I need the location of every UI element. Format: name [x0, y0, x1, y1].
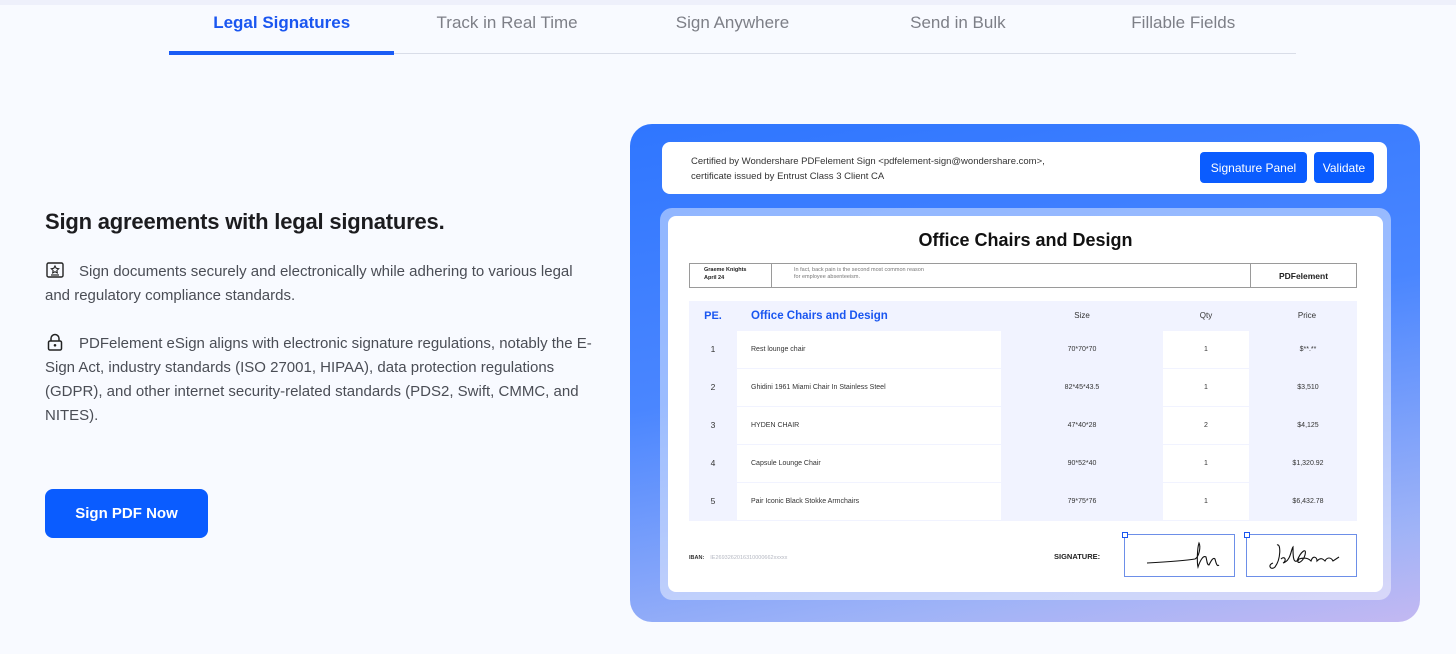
row-size: 90*52*40	[1067, 460, 1097, 467]
signature-field-2[interactable]	[1244, 532, 1357, 577]
iban-value: IE2693262016310000662xxxxx	[710, 555, 788, 561]
resize-handle[interactable]	[1244, 532, 1250, 538]
table-header-size: Size	[1074, 311, 1090, 320]
sign-pdf-now-button[interactable]: Sign PDF Now	[45, 489, 208, 538]
row-number: 1	[710, 344, 716, 354]
row-qty: 1	[1163, 331, 1249, 368]
iban-label: IBAN:	[689, 555, 705, 561]
row-qty: 1	[1163, 445, 1249, 482]
signature-panel-button[interactable]: Signature Panel	[1200, 152, 1307, 183]
row-number: 2	[710, 382, 716, 392]
table-header-qty: Qty	[1199, 311, 1213, 320]
table-row: 4 Capsule Lounge Chair 90*52*40 1 $1,320…	[689, 445, 1357, 483]
validate-button[interactable]: Validate	[1314, 152, 1374, 183]
row-size: 82*45*43.5	[1064, 384, 1100, 391]
row-qty: 2	[1163, 407, 1249, 444]
table-row: 3 HYDEN CHAIR 47*40*28 2 $4,125	[689, 407, 1357, 445]
info-date: April 24	[704, 275, 725, 281]
row-price: $6,432.78	[1292, 498, 1324, 505]
row-name: HYDEN CHAIR	[737, 407, 1001, 444]
certificate-line-2: certificate issued by Entrust Class 3 Cl…	[691, 171, 885, 182]
tab-send-in-bulk[interactable]: Send in Bulk	[845, 0, 1070, 53]
resize-handle[interactable]	[1122, 532, 1128, 538]
info-name: Graeme Knights	[704, 267, 747, 273]
items-table: PE. Office Chairs and Design Size Qty Pr…	[689, 301, 1357, 521]
signature-field-1[interactable]	[1122, 532, 1235, 577]
info-text-line-2: for employee absenteeism.	[794, 274, 861, 280]
certificate-banner: Certified by Wondershare PDFelement Sign…	[662, 142, 1387, 194]
signature-label: SIGNATURE:	[1054, 552, 1101, 561]
row-name: Capsule Lounge Chair	[737, 445, 1001, 482]
handwritten-signature-1	[1146, 541, 1220, 569]
iban: IBAN: IE2693262016310000662xxxxx	[689, 555, 787, 561]
row-price: $4,125	[1297, 422, 1319, 429]
regulations-paragraph: PDFelement eSign aligns with electronic …	[45, 332, 595, 428]
row-price: $**.**	[1299, 346, 1317, 353]
compliance-text: Sign documents securely and electronical…	[45, 263, 573, 304]
certificate-icon	[45, 261, 65, 279]
signature-preview-card: Certified by Wondershare PDFelement Sign…	[630, 124, 1420, 622]
table-row: 5 Pair Iconic Black Stokke Armchairs 79*…	[689, 483, 1357, 521]
row-price: $1,320.92	[1292, 460, 1324, 467]
row-number: 3	[710, 420, 716, 430]
tab-track-in-real-time[interactable]: Track in Real Time	[394, 0, 619, 53]
certificate-text: Certified by Wondershare PDFelement Sign…	[691, 154, 1045, 184]
row-number: 4	[710, 458, 716, 468]
row-name: Ghidini 1961 Miami Chair In Stainless St…	[737, 369, 1001, 406]
document-page: Office Chairs and Design Graeme Knights …	[668, 216, 1383, 592]
tab-legal-signatures[interactable]: Legal Signatures	[169, 0, 395, 55]
tab-sign-anywhere[interactable]: Sign Anywhere	[620, 0, 845, 53]
document-title: Office Chairs and Design	[918, 230, 1133, 250]
row-size: 79*75*76	[1067, 498, 1097, 505]
row-qty: 1	[1163, 483, 1249, 520]
row-size: 70*70*70	[1067, 346, 1097, 353]
row-number: 5	[710, 496, 716, 506]
table-row: 1 Rest lounge chair 70*70*70 1 $**.**	[689, 331, 1357, 369]
lock-icon	[45, 333, 65, 351]
table-header-name: Office Chairs and Design	[751, 310, 888, 322]
regulations-text: PDFelement eSign aligns with electronic …	[45, 335, 592, 424]
handwritten-signature-2	[1269, 544, 1340, 569]
row-name: Pair Iconic Black Stokke Armchairs	[737, 483, 1001, 520]
row-price: $3,510	[1297, 384, 1319, 391]
tab-fillable-fields[interactable]: Fillable Fields	[1071, 0, 1296, 53]
compliance-paragraph: Sign documents securely and electronical…	[45, 260, 595, 308]
info-brand: PDFelement	[1250, 264, 1356, 287]
section-heading: Sign agreements with legal signatures.	[45, 209, 445, 234]
table-row: 2 Ghidini 1961 Miami Chair In Stainless …	[689, 369, 1357, 407]
info-description: In fact, back pain is the second most co…	[772, 264, 1250, 287]
info-text-line-1: In fact, back pain is the second most co…	[794, 267, 924, 273]
certificate-line-1: Certified by Wondershare PDFelement Sign…	[691, 156, 1045, 167]
feature-tabs: Legal Signatures Track in Real Time Sign…	[169, 0, 1296, 55]
row-size: 47*40*28	[1067, 422, 1097, 429]
table-header-price: Price	[1297, 311, 1317, 320]
row-name: Rest lounge chair	[737, 331, 1001, 368]
info-author: Graeme Knights April 24	[690, 264, 772, 287]
row-qty: 1	[1163, 369, 1249, 406]
document-info-row: Graeme Knights April 24 In fact, back pa…	[689, 263, 1357, 288]
table-header-pe: PE.	[704, 310, 722, 322]
